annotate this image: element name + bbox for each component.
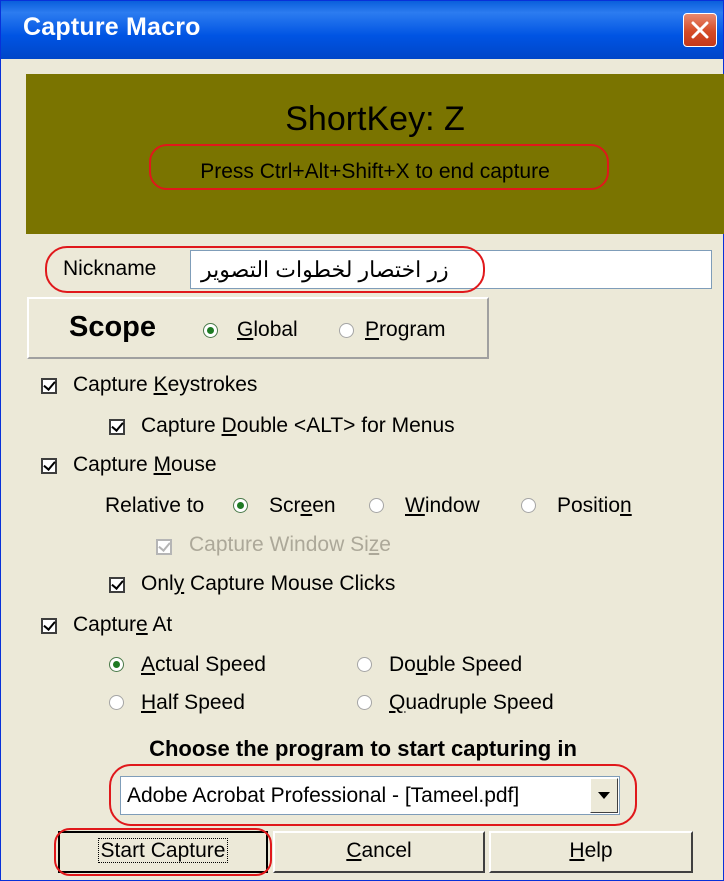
chevron-down-icon	[598, 792, 610, 799]
relative-window-label[interactable]: Window	[405, 494, 480, 518]
capture-window-size-label: Capture Window Size	[189, 533, 391, 556]
actual-speed-label[interactable]: Actual Speed	[141, 653, 266, 677]
window-title: Capture Macro	[23, 13, 201, 41]
start-capture-button[interactable]: Start Capture	[58, 831, 268, 873]
double-speed-label[interactable]: Double Speed	[389, 653, 522, 677]
relative-position-radio[interactable]	[521, 498, 536, 513]
program-select[interactable]: Adobe Acrobat Professional - [Tameel.pdf…	[120, 776, 620, 815]
capture-mouse-checkbox[interactable]	[41, 458, 57, 474]
double-speed-radio[interactable]	[357, 657, 372, 672]
cancel-button[interactable]: Cancel	[273, 831, 485, 873]
scope-title: Scope	[69, 311, 157, 343]
nickname-label: Nickname	[63, 257, 157, 280]
capture-macro-dialog: Capture Macro ShortKey: Z Press Ctrl+Alt…	[0, 0, 724, 881]
only-mouse-clicks-checkbox[interactable]	[109, 577, 125, 593]
scope-program-label[interactable]: Program	[365, 318, 446, 342]
title-bar: Capture Macro	[1, 1, 723, 59]
capture-mouse-label[interactable]: Capture Mouse	[73, 453, 217, 477]
close-icon	[691, 21, 709, 39]
shortkey-banner: ShortKey: Z Press Ctrl+Alt+Shift+X to en…	[26, 74, 724, 234]
actual-speed-radio[interactable]	[109, 657, 124, 672]
scope-panel: Scope Global Program	[27, 297, 489, 359]
relative-screen-label[interactable]: Screen	[269, 494, 336, 518]
end-capture-message: Press Ctrl+Alt+Shift+X to end capture	[200, 160, 550, 183]
capture-keystrokes-checkbox[interactable]	[41, 378, 57, 394]
relative-screen-radio[interactable]	[233, 498, 248, 513]
help-button[interactable]: Help	[489, 831, 693, 873]
program-select-value: Adobe Acrobat Professional - [Tameel.pdf…	[127, 784, 520, 807]
capture-double-alt-label[interactable]: Capture Double <ALT> for Menus	[141, 414, 455, 438]
only-mouse-clicks-label[interactable]: Only Capture Mouse Clicks	[141, 572, 395, 596]
close-button[interactable]	[683, 13, 717, 47]
capture-window-size-checkbox	[156, 539, 172, 555]
scope-global-radio[interactable]	[203, 323, 218, 338]
relative-window-radio[interactable]	[369, 498, 384, 513]
shortkey-text: ShortKey: Z	[285, 100, 465, 138]
half-speed-radio[interactable]	[109, 695, 124, 710]
choose-program-label: Choose the program to start capturing in	[149, 736, 577, 761]
capture-keystrokes-label[interactable]: Capture Keystrokes	[73, 373, 257, 397]
start-capture-label: Start Capture	[97, 838, 229, 863]
capture-at-label[interactable]: Capture At	[73, 613, 172, 637]
quadruple-speed-label[interactable]: Quadruple Speed	[389, 691, 554, 715]
capture-double-alt-checkbox[interactable]	[109, 419, 125, 435]
relative-position-label[interactable]: Position	[557, 494, 632, 518]
capture-at-checkbox[interactable]	[41, 618, 57, 634]
help-label: Help	[569, 839, 613, 862]
scope-program-radio[interactable]	[339, 323, 354, 338]
relative-to-label: Relative to	[105, 494, 205, 517]
quadruple-speed-radio[interactable]	[357, 695, 372, 710]
scope-global-label[interactable]: Global	[237, 318, 298, 342]
program-select-dropdown-button[interactable]	[590, 778, 618, 813]
half-speed-label[interactable]: Half Speed	[141, 691, 245, 715]
cancel-label: Cancel	[346, 839, 412, 862]
nickname-input[interactable]: زر اختصار لخطوات التصوير	[190, 250, 712, 289]
